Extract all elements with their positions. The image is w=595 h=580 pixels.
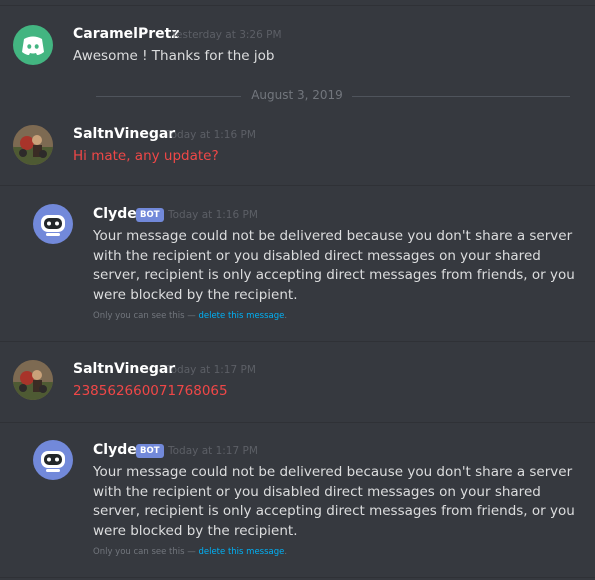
message-text: Hi mate, any update? (73, 148, 219, 164)
discord-logo-icon[interactable] (13, 25, 53, 65)
message-timestamp: Yesterday at 3:26 PM (171, 29, 282, 41)
message-author[interactable]: SaltnVinegar (73, 361, 175, 377)
message-timestamp: Today at 1:17 PM (166, 364, 256, 376)
date-divider: August 3, 2019 (0, 88, 595, 102)
message-text: Your message could not be delivered beca… (93, 228, 575, 303)
ephemeral-note-text: Only you can see this — (93, 547, 196, 557)
clyde-bot-icon[interactable] (33, 440, 73, 480)
message-item: SaltnVinegar Today at 1:17 PM 2385626600… (0, 342, 595, 422)
date-divider-label: August 3, 2019 (251, 88, 343, 102)
user-photo-avatar[interactable] (13, 360, 53, 400)
message-timestamp: Today at 1:17 PM (168, 445, 258, 457)
ephemeral-note-end: . (284, 311, 288, 321)
message-timestamp: Today at 1:16 PM (166, 129, 256, 141)
message-timestamp: Today at 1:16 PM (168, 209, 258, 221)
ephemeral-note: Only you can see this — delete this mess… (93, 547, 287, 557)
message-author[interactable]: CaramelPretz (73, 26, 179, 42)
ephemeral-note-text: Only you can see this — (93, 311, 196, 321)
ephemeral-note-end: . (284, 547, 288, 557)
message-text: Awesome ! Thanks for the job (73, 48, 275, 64)
delete-message-link[interactable]: delete this message (198, 311, 284, 321)
message-item: CaramelPretz Yesterday at 3:26 PM Awesom… (0, 0, 595, 90)
delete-message-link[interactable]: delete this message (198, 547, 284, 557)
bot-tag: BOT (136, 208, 164, 222)
message-author[interactable]: SaltnVinegar (73, 126, 175, 142)
message-item: Clyde BOT Today at 1:16 PM Your message … (0, 186, 595, 341)
message-text: 238562660071768065 (73, 383, 228, 399)
user-photo-avatar[interactable] (13, 125, 53, 165)
clyde-bot-icon[interactable] (33, 204, 73, 244)
message-divider (0, 577, 595, 578)
message-author[interactable]: Clyde (93, 442, 137, 458)
ephemeral-note: Only you can see this — delete this mess… (93, 311, 287, 321)
message-text: Your message could not be delivered beca… (93, 464, 575, 539)
bot-tag: BOT (136, 444, 164, 458)
message-author[interactable]: Clyde (93, 206, 137, 222)
message-item: Clyde BOT Today at 1:17 PM Your message … (0, 423, 595, 577)
message-item: SaltnVinegar Today at 1:16 PM Hi mate, a… (0, 110, 595, 185)
